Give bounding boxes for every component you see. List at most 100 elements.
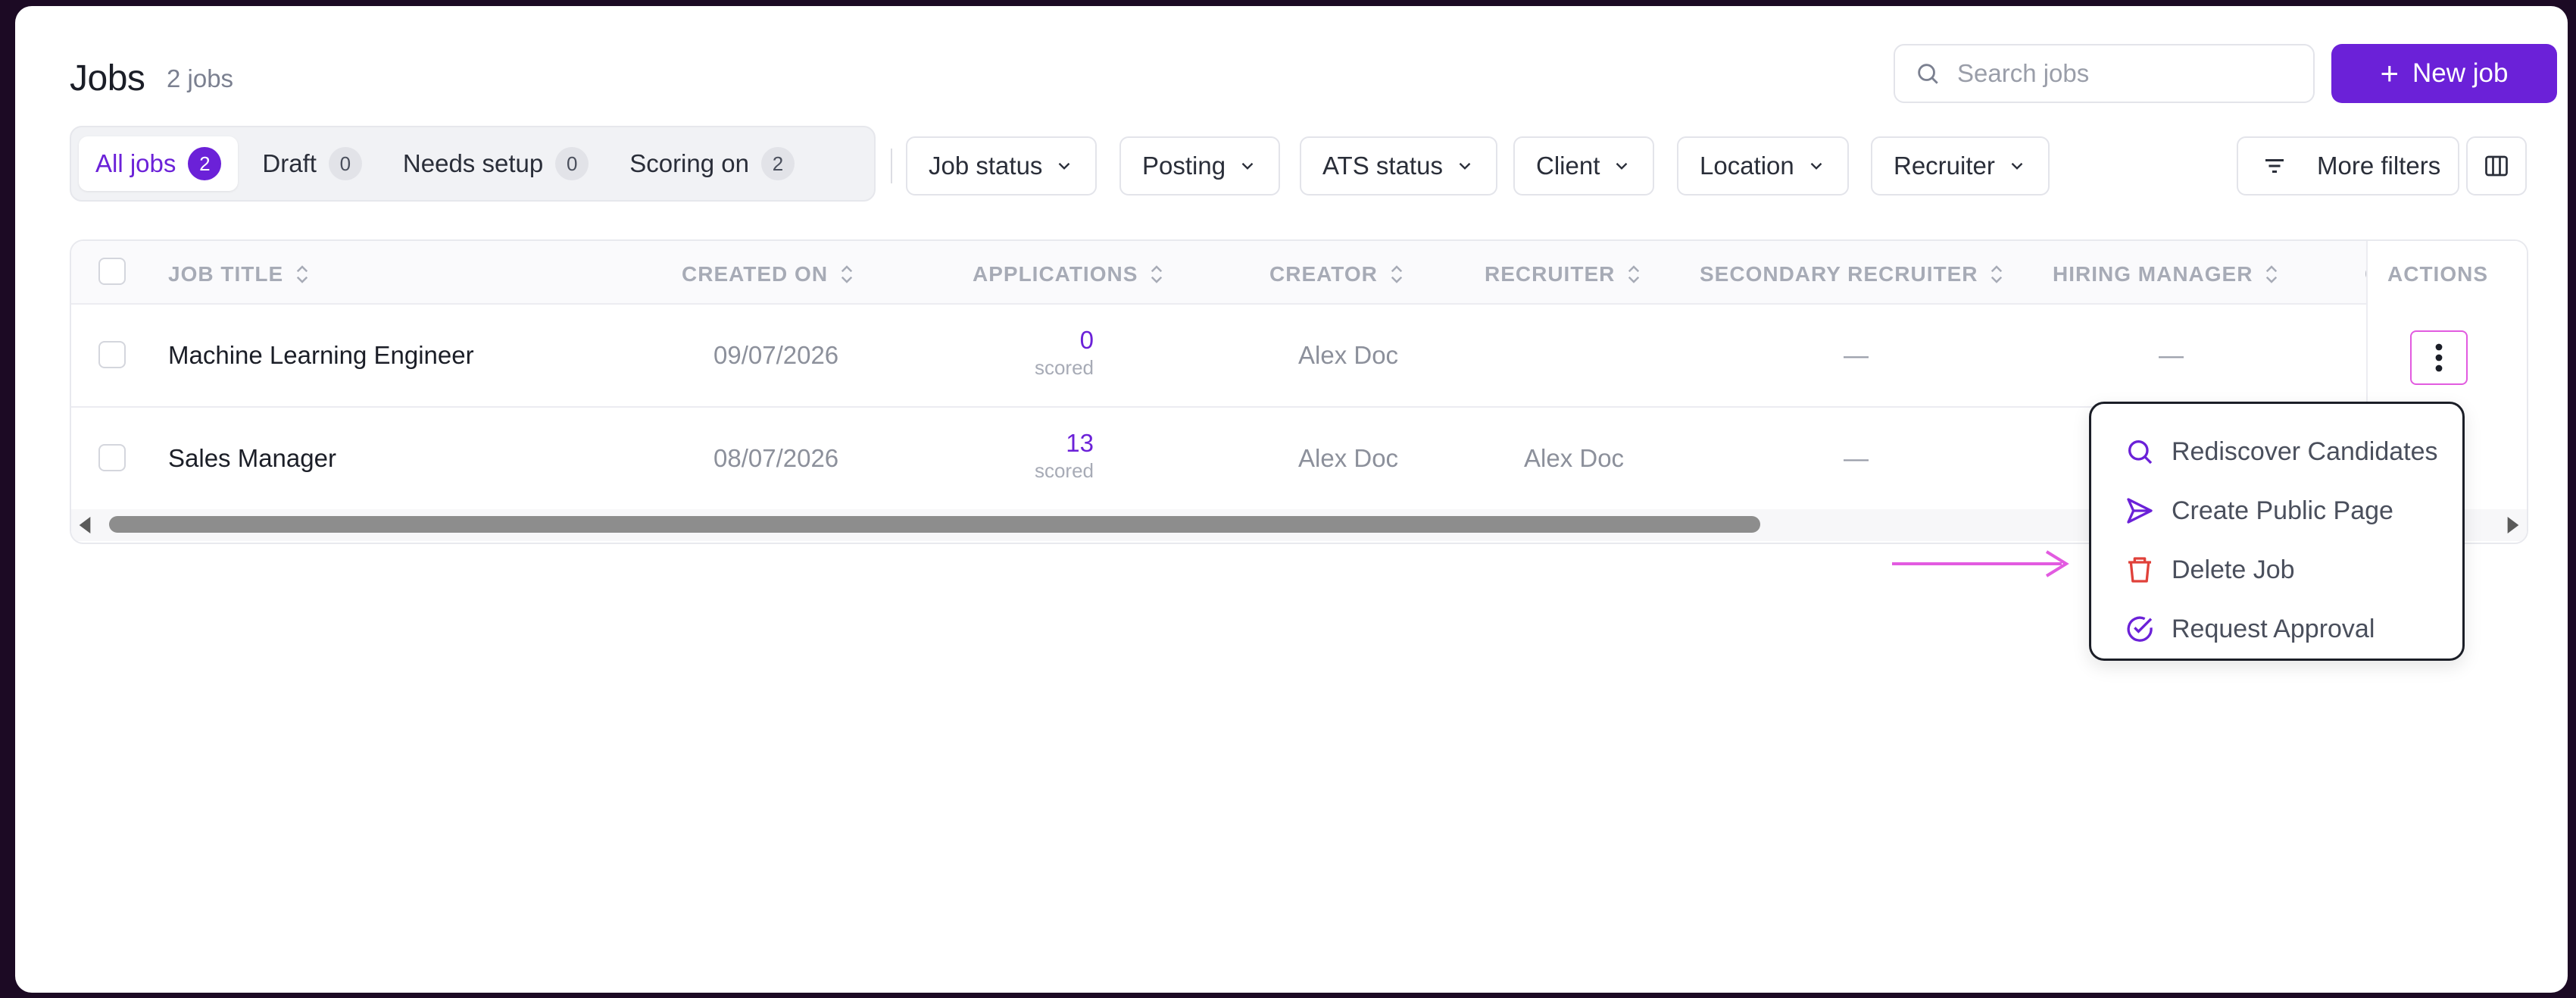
- tab-count-badge: 2: [188, 147, 222, 180]
- column-header-hiring-manager[interactable]: HIRING MANAGER: [2053, 262, 2280, 286]
- filter-recruiter[interactable]: Recruiter: [1871, 136, 2050, 196]
- sort-icon: [1151, 265, 1163, 283]
- menu-item-create-public-page[interactable]: Create Public Page: [2091, 481, 2462, 540]
- column-header-creator[interactable]: CREATOR: [1269, 262, 1405, 286]
- menu-item-label: Request Approval: [2172, 614, 2375, 643]
- more-filters-label: More filters: [2317, 152, 2441, 180]
- tab-label: All jobs: [95, 149, 176, 177]
- tab-count-badge: 0: [555, 147, 589, 180]
- filter-job-status[interactable]: Job status: [906, 136, 1098, 196]
- column-label: SECONDARY RECRUITER: [1700, 262, 1978, 286]
- created-on: 09/07/2026: [713, 341, 839, 369]
- table-row[interactable]: Machine Learning Engineer 09/07/2026 0 s…: [71, 305, 2527, 408]
- tab-label: Draft: [262, 149, 317, 177]
- secondary-recruiter: —: [1844, 444, 1869, 472]
- filter-label: Posting: [1142, 152, 1226, 180]
- filter-location[interactable]: Location: [1677, 136, 1849, 196]
- scroll-left-icon[interactable]: [77, 517, 92, 533]
- menu-item-rediscover-candidates[interactable]: Rediscover Candidates: [2091, 422, 2462, 481]
- chevron-down-icon: [1810, 162, 1822, 170]
- row-actions-menu: Rediscover Candidates Create Public Page…: [2089, 402, 2465, 661]
- chevron-down-icon: [1059, 162, 1070, 170]
- check-circle-icon: [2127, 616, 2153, 642]
- tab-all-jobs[interactable]: All jobs 2: [79, 136, 239, 191]
- recruiter: Alex Doc: [1524, 444, 1625, 472]
- search-icon: [1918, 64, 1938, 84]
- column-label: HIRING MANAGER: [2053, 262, 2253, 286]
- new-job-button[interactable]: + New job: [2331, 44, 2557, 103]
- hiring-manager: —: [2159, 341, 2184, 369]
- column-label: CREATED ON: [682, 262, 829, 286]
- chevron-down-icon: [1241, 162, 1254, 170]
- tab-count-badge: 2: [760, 147, 795, 180]
- column-header-job-title[interactable]: JOB TITLE: [168, 262, 311, 286]
- select-all-checkbox[interactable]: [98, 258, 126, 285]
- column-header-recruiter[interactable]: RECRUITER: [1485, 262, 1642, 286]
- filter-label: Location: [1700, 152, 1794, 180]
- column-header-actions: ACTIONS: [2387, 262, 2488, 286]
- search-box[interactable]: [1894, 44, 2315, 103]
- column-label: RECRUITER: [1485, 262, 1616, 286]
- column-label: ACTIONS: [2387, 262, 2488, 286]
- applications-count: 0: [1079, 326, 1094, 354]
- filter-posting[interactable]: Posting: [1119, 136, 1281, 196]
- send-icon: [2127, 498, 2153, 524]
- sort-icon: [296, 265, 308, 283]
- menu-item-request-approval[interactable]: Request Approval: [2091, 599, 2462, 659]
- job-title[interactable]: Sales Manager: [168, 444, 336, 473]
- filter-label: Job status: [929, 152, 1043, 180]
- menu-item-label: Rediscover Candidates: [2172, 436, 2438, 466]
- menu-item-label: Delete Job: [2172, 555, 2295, 584]
- columns-toggle-button[interactable]: [2466, 136, 2527, 196]
- tab-count-badge: 0: [328, 147, 362, 180]
- sort-icon: [841, 265, 853, 283]
- table-header: JOB TITLE CREATED ON APPLICATIONS CREATO…: [71, 241, 2527, 305]
- tab-draft[interactable]: Draft 0: [245, 136, 379, 191]
- created-on: 08/07/2026: [713, 444, 839, 472]
- plus-icon: +: [2380, 55, 2400, 91]
- search-input[interactable]: [1957, 59, 2290, 88]
- applications-count: 13: [1066, 429, 1094, 457]
- filter-label: Client: [1536, 152, 1600, 180]
- column-label: JOB TITLE: [168, 262, 284, 286]
- toolbar-divider: [891, 149, 892, 183]
- search-icon: [2128, 440, 2153, 465]
- row-checkbox[interactable]: [98, 341, 126, 368]
- tab-label: Needs setup: [402, 149, 544, 177]
- more-filters-button[interactable]: More filters: [2237, 136, 2459, 196]
- menu-item-delete-job[interactable]: Delete Job: [2091, 540, 2462, 599]
- column-header-applications[interactable]: APPLICATIONS: [973, 262, 1165, 286]
- job-tabs: All jobs 2 Draft 0 Needs setup 0 Scoring…: [70, 126, 876, 202]
- applications-label: scored: [1034, 356, 1094, 379]
- job-title[interactable]: Machine Learning Engineer: [168, 341, 474, 370]
- app-window: Jobs 2 jobs + New job All jobs 2 Draft 0…: [15, 6, 2568, 993]
- filter-ats-status[interactable]: ATS status: [1300, 136, 1497, 196]
- chevron-down-icon: [1616, 162, 1628, 170]
- trash-icon: [2128, 557, 2151, 583]
- applications-label: scored: [1034, 459, 1094, 482]
- sort-icon: [1628, 265, 1640, 283]
- creator: Alex Doc: [1298, 341, 1399, 369]
- filter-client[interactable]: Client: [1513, 136, 1655, 196]
- applications-cell[interactable]: 13 scored: [973, 429, 1094, 483]
- page-title: Jobs: [70, 58, 145, 99]
- row-checkbox[interactable]: [98, 444, 126, 471]
- filter-icon: [2265, 159, 2284, 173]
- sort-icon: [1991, 265, 2003, 283]
- creator: Alex Doc: [1298, 444, 1399, 472]
- more-vertical-icon: [2435, 343, 2443, 372]
- tab-needs-setup[interactable]: Needs setup 0: [386, 136, 605, 191]
- applications-cell[interactable]: 0 scored: [973, 326, 1094, 380]
- scroll-right-icon[interactable]: [2506, 517, 2521, 533]
- sort-icon: [2266, 265, 2278, 283]
- menu-item-label: Create Public Page: [2172, 496, 2393, 525]
- chevron-down-icon: [2011, 162, 2023, 170]
- pointer-arrow-icon: [1892, 550, 2069, 577]
- filter-label: Recruiter: [1894, 152, 1995, 180]
- tab-scoring-on[interactable]: Scoring on 2: [613, 136, 811, 191]
- column-header-secondary-recruiter[interactable]: SECONDARY RECRUITER: [1700, 262, 2005, 286]
- row-actions-button[interactable]: [2410, 330, 2468, 385]
- columns-icon: [2485, 155, 2508, 177]
- column-header-created-on[interactable]: CREATED ON: [682, 262, 855, 286]
- scrollbar-thumb[interactable]: [109, 516, 1760, 533]
